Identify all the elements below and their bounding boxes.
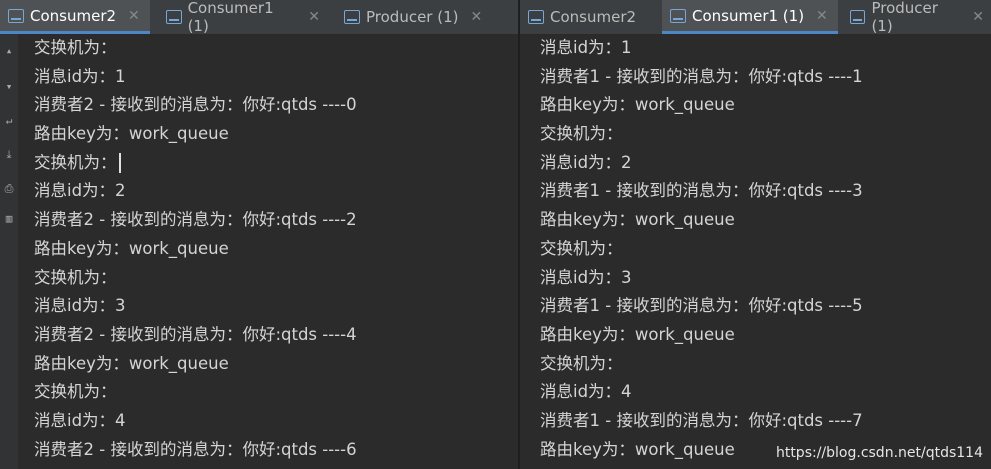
console-line: 消费者1 - 接收到的消息为：你好:qtds ----1 bbox=[540, 66, 863, 86]
console-line: 消息id为：3 bbox=[34, 296, 126, 316]
tab-consumer2[interactable]: Consumer2 ✕ bbox=[0, 0, 150, 34]
arrow-down-icon[interactable]: ▾ bbox=[3, 80, 15, 94]
tab-label: Producer (1) bbox=[366, 8, 459, 26]
console-line: 消费者2 - 接收到的消息为：你好:qtds ----6 bbox=[34, 439, 357, 459]
tab-label: Consumer1 (1) bbox=[692, 6, 805, 25]
console-line: 路由key为：work_queue bbox=[540, 95, 735, 115]
wrap-icon[interactable]: ↵ bbox=[3, 114, 15, 128]
console-line: 消费者1 - 接收到的消息为：你好:qtds ----5 bbox=[540, 296, 863, 316]
console-icon bbox=[166, 10, 182, 24]
left-run-pane: Consumer2 ✕ Consumer1 (1) ✕ Producer (1)… bbox=[0, 0, 519, 469]
console-line: 消费者2 - 接收到的消息为：你好:qtds ----4 bbox=[34, 324, 357, 344]
console-toolbar: ▴ ▾ ↵ ⤓ ⎙ ▥ bbox=[0, 34, 18, 469]
console-line: 交换机为： bbox=[540, 124, 623, 144]
tab-consumer1[interactable]: Consumer1 (1) ✕ bbox=[662, 0, 838, 34]
tab-label: Consumer2 bbox=[30, 6, 117, 25]
tab-consumer1[interactable]: Consumer1 (1) ✕ bbox=[158, 0, 328, 35]
tab-producer[interactable]: Producer (1) ✕ bbox=[336, 0, 496, 34]
right-console-output[interactable]: 消息id为：1 消费者1 - 接收到的消息为：你好:qtds ----1 路由k… bbox=[540, 34, 863, 464]
console-line: 路由key为：work_queue bbox=[34, 238, 229, 258]
close-icon[interactable]: ✕ bbox=[816, 8, 828, 24]
ide-run-window: Consumer2 ✕ Consumer1 (1) ✕ Producer (1)… bbox=[0, 0, 991, 469]
console-icon bbox=[670, 8, 686, 23]
console-icon bbox=[850, 10, 866, 24]
console-icon bbox=[344, 10, 360, 24]
console-line: 路由key为：work_queue bbox=[34, 124, 229, 144]
arrow-up-icon[interactable]: ▴ bbox=[3, 44, 15, 58]
console-line: 消费者1 - 接收到的消息为：你好:qtds ----7 bbox=[540, 410, 863, 430]
tab-label: Consumer1 (1) bbox=[187, 0, 274, 35]
console-line: 消息id为：2 bbox=[540, 152, 632, 172]
console-line: 交换机为： bbox=[540, 353, 623, 373]
console-line: 路由key为：work_queue bbox=[34, 353, 229, 373]
watermark: https://blog.csdn.net/qtds114 bbox=[775, 445, 983, 461]
console-line: 路由key为：work_queue bbox=[540, 210, 735, 230]
close-icon[interactable]: ✕ bbox=[470, 9, 482, 25]
console-icon bbox=[528, 10, 544, 24]
console-line: 交换机为： bbox=[34, 152, 117, 172]
console-line: 消息id为：3 bbox=[540, 267, 632, 287]
console-line: 消费者2 - 接收到的消息为：你好:qtds ----2 bbox=[34, 210, 357, 230]
close-icon[interactable]: ✕ bbox=[972, 9, 984, 25]
print-icon[interactable]: ⎙ bbox=[3, 182, 15, 196]
console-line: 交换机为： bbox=[34, 267, 117, 287]
console-line: 消息id为：2 bbox=[34, 181, 126, 201]
console-line-with-cursor: 交换机为： bbox=[34, 149, 357, 178]
console-line: 交换机为： bbox=[34, 382, 117, 402]
console-line: 消息id为：1 bbox=[34, 66, 126, 86]
console-icon bbox=[8, 8, 24, 23]
right-run-pane: Consumer2 Consumer1 (1) ✕ Producer (1) ✕… bbox=[519, 0, 991, 469]
console-line: 消息id为：4 bbox=[540, 382, 632, 402]
tab-label: Consumer2 bbox=[550, 8, 637, 26]
text-cursor bbox=[118, 153, 121, 174]
console-line: 消费者2 - 接收到的消息为：你好:qtds ----0 bbox=[34, 95, 357, 115]
console-line: 交换机为： bbox=[540, 238, 623, 258]
console-line: 消息id为：4 bbox=[34, 410, 126, 430]
tab-label: Producer (1) bbox=[871, 0, 938, 35]
console-line: 消息id为：1 bbox=[540, 38, 632, 57]
right-tab-bar: Consumer2 Consumer1 (1) ✕ Producer (1) ✕ bbox=[520, 0, 991, 35]
tab-consumer2[interactable]: Consumer2 bbox=[520, 0, 660, 34]
console-line: 路由key为：work_queue bbox=[540, 324, 735, 344]
tab-producer[interactable]: Producer (1) ✕ bbox=[842, 0, 991, 35]
left-console-output[interactable]: 交换机为： 消息id为：1 消费者2 - 接收到的消息为：你好:qtds ---… bbox=[34, 34, 357, 464]
console-line: 交换机为： bbox=[34, 38, 117, 57]
left-tab-bar: Consumer2 ✕ Consumer1 (1) ✕ Producer (1)… bbox=[0, 0, 519, 35]
console-line: 消费者1 - 接收到的消息为：你好:qtds ----3 bbox=[540, 181, 863, 201]
scroll-end-icon[interactable]: ⤓ bbox=[3, 148, 15, 162]
close-icon[interactable]: ✕ bbox=[128, 8, 140, 24]
trash-icon[interactable]: ▥ bbox=[3, 212, 15, 226]
close-icon[interactable]: ✕ bbox=[308, 9, 320, 25]
